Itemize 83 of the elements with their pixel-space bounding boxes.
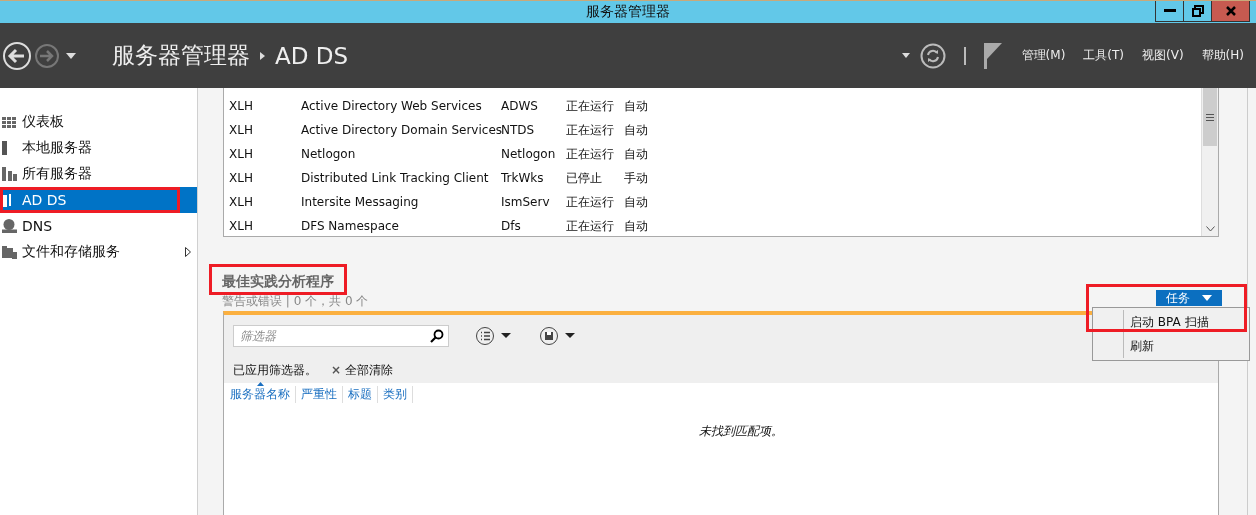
sort-arrow-icon: [257, 381, 264, 386]
sidebar-item[interactable]: 仪表板: [0, 109, 197, 135]
dropdown-icon[interactable]: [901, 53, 910, 58]
breadcrumb-current: AD DS: [275, 42, 349, 69]
column-header[interactable]: 标题: [343, 385, 378, 403]
close-icon: [1224, 5, 1237, 17]
flag-icon[interactable]: [983, 42, 1004, 69]
column-header[interactable]: 服务器名称: [229, 385, 296, 403]
table-cell-text: 正在运行: [566, 97, 615, 115]
save-options-icon[interactable]: [539, 326, 577, 346]
dropdown-icon[interactable]: [66, 52, 76, 59]
list-options-icon[interactable]: [475, 326, 513, 346]
table-cell-text: Netlogon: [501, 147, 557, 161]
table-cell-text: XLH: [228, 219, 254, 233]
table-cell: Active Directory Domain Services: [301, 123, 501, 137]
table-cell-text: 已停止: [566, 169, 603, 187]
globe-server-icon: [2, 218, 17, 234]
table-cell-text: Intersite Messaging: [301, 195, 420, 209]
menu-item[interactable]: 工具(T): [1083, 47, 1125, 64]
window-title: 服务器管理器: [586, 3, 670, 21]
menu-item[interactable]: 视图(V): [1142, 47, 1184, 64]
sidebar-item[interactable]: AD DS: [0, 187, 197, 213]
table-cell-text: TrkWks: [501, 171, 545, 185]
breadcrumb-arrow-icon: [260, 51, 265, 60]
filter-input[interactable]: 筛选器: [238, 328, 430, 344]
table-cell-text: NTDS: [501, 123, 536, 137]
table-cell-text: DFS Namespace: [301, 219, 400, 233]
back-icon[interactable]: [2, 40, 32, 71]
table-cell-text: XLH: [228, 123, 254, 137]
filter-status: 已应用筛选器。: [233, 361, 317, 379]
caret-icon: [1202, 295, 1212, 301]
table-cell-text: Dfs: [501, 219, 522, 233]
grid-icon: [2, 116, 16, 128]
close-button[interactable]: [1211, 1, 1250, 22]
table-cell-text: XLH: [228, 147, 254, 161]
folder-icon: [2, 245, 17, 259]
server-icon: [2, 141, 7, 155]
table-cell-text: 正在运行: [566, 217, 615, 235]
column-header[interactable]: 严重性: [296, 385, 343, 403]
sidebar-item[interactable]: DNS: [0, 213, 197, 239]
column-header[interactable]: 类别: [378, 385, 413, 403]
breadcrumb-root[interactable]: 服务器管理器: [112, 40, 250, 71]
table-cell-text: 自动: [624, 121, 649, 139]
refresh-icon[interactable]: [919, 42, 946, 69]
table-cell-text: XLH: [228, 195, 254, 209]
sidebar-item[interactable]: 本地服务器: [0, 135, 197, 161]
table-cell-text: 正在运行: [566, 145, 615, 163]
section-subtitle: 警告或错误 | 0 个，共 0 个: [222, 293, 369, 310]
expand-arrow-icon[interactable]: [185, 247, 191, 257]
table-cell-text: 正在运行: [566, 121, 615, 139]
tasks-button[interactable]: 任务: [1156, 290, 1222, 306]
grip-icon: [1206, 113, 1214, 121]
table-cell-text: 自动: [624, 97, 649, 115]
section-title: 最佳实践分析程序: [222, 273, 335, 291]
sidebar-item[interactable]: 所有服务器: [0, 161, 197, 187]
scrollbar[interactable]: [1201, 88, 1218, 236]
server-icon: [2, 193, 11, 207]
table-cell-text: 正在运行: [566, 193, 615, 211]
menu-item[interactable]: 启动 BPA 扫描: [1123, 310, 1249, 334]
table-cell-text: ADWS: [501, 99, 539, 113]
menu-item[interactable]: 帮助(H): [1201, 47, 1244, 64]
minimize-button[interactable]: [1155, 1, 1184, 22]
sidebar-item[interactable]: 文件和存储服务: [0, 239, 197, 265]
table-cell-text: Netlogon: [301, 147, 357, 161]
table-cell-text: 自动: [624, 193, 649, 211]
menu-item[interactable]: 刷新: [1123, 334, 1249, 358]
minimize-icon: [1163, 9, 1176, 13]
filter-field[interactable]: 筛选器: [233, 325, 449, 347]
server-icon: [2, 167, 17, 181]
table-cell-text: Active Directory Web Services: [301, 99, 483, 113]
table-cell-text: 自动: [624, 145, 649, 163]
table-cell-text: 手动: [624, 169, 649, 187]
scroll-down-icon[interactable]: [1205, 226, 1215, 232]
empty-message: 未找到匹配项。: [698, 423, 784, 440]
clear-all-button[interactable]: × 全部清除: [331, 361, 393, 379]
table-cell-text: XLH: [228, 99, 254, 113]
table-cell-text: 自动: [624, 217, 649, 235]
table-cell-text: IsmServ: [501, 195, 551, 209]
menu-item[interactable]: 管理(M): [1021, 47, 1066, 64]
table-cell-text: Distributed Link Tracking Client: [301, 171, 490, 185]
search-icon[interactable]: [430, 329, 444, 343]
table-cell-text: XLH: [228, 171, 254, 185]
restore-icon: [1191, 5, 1204, 17]
